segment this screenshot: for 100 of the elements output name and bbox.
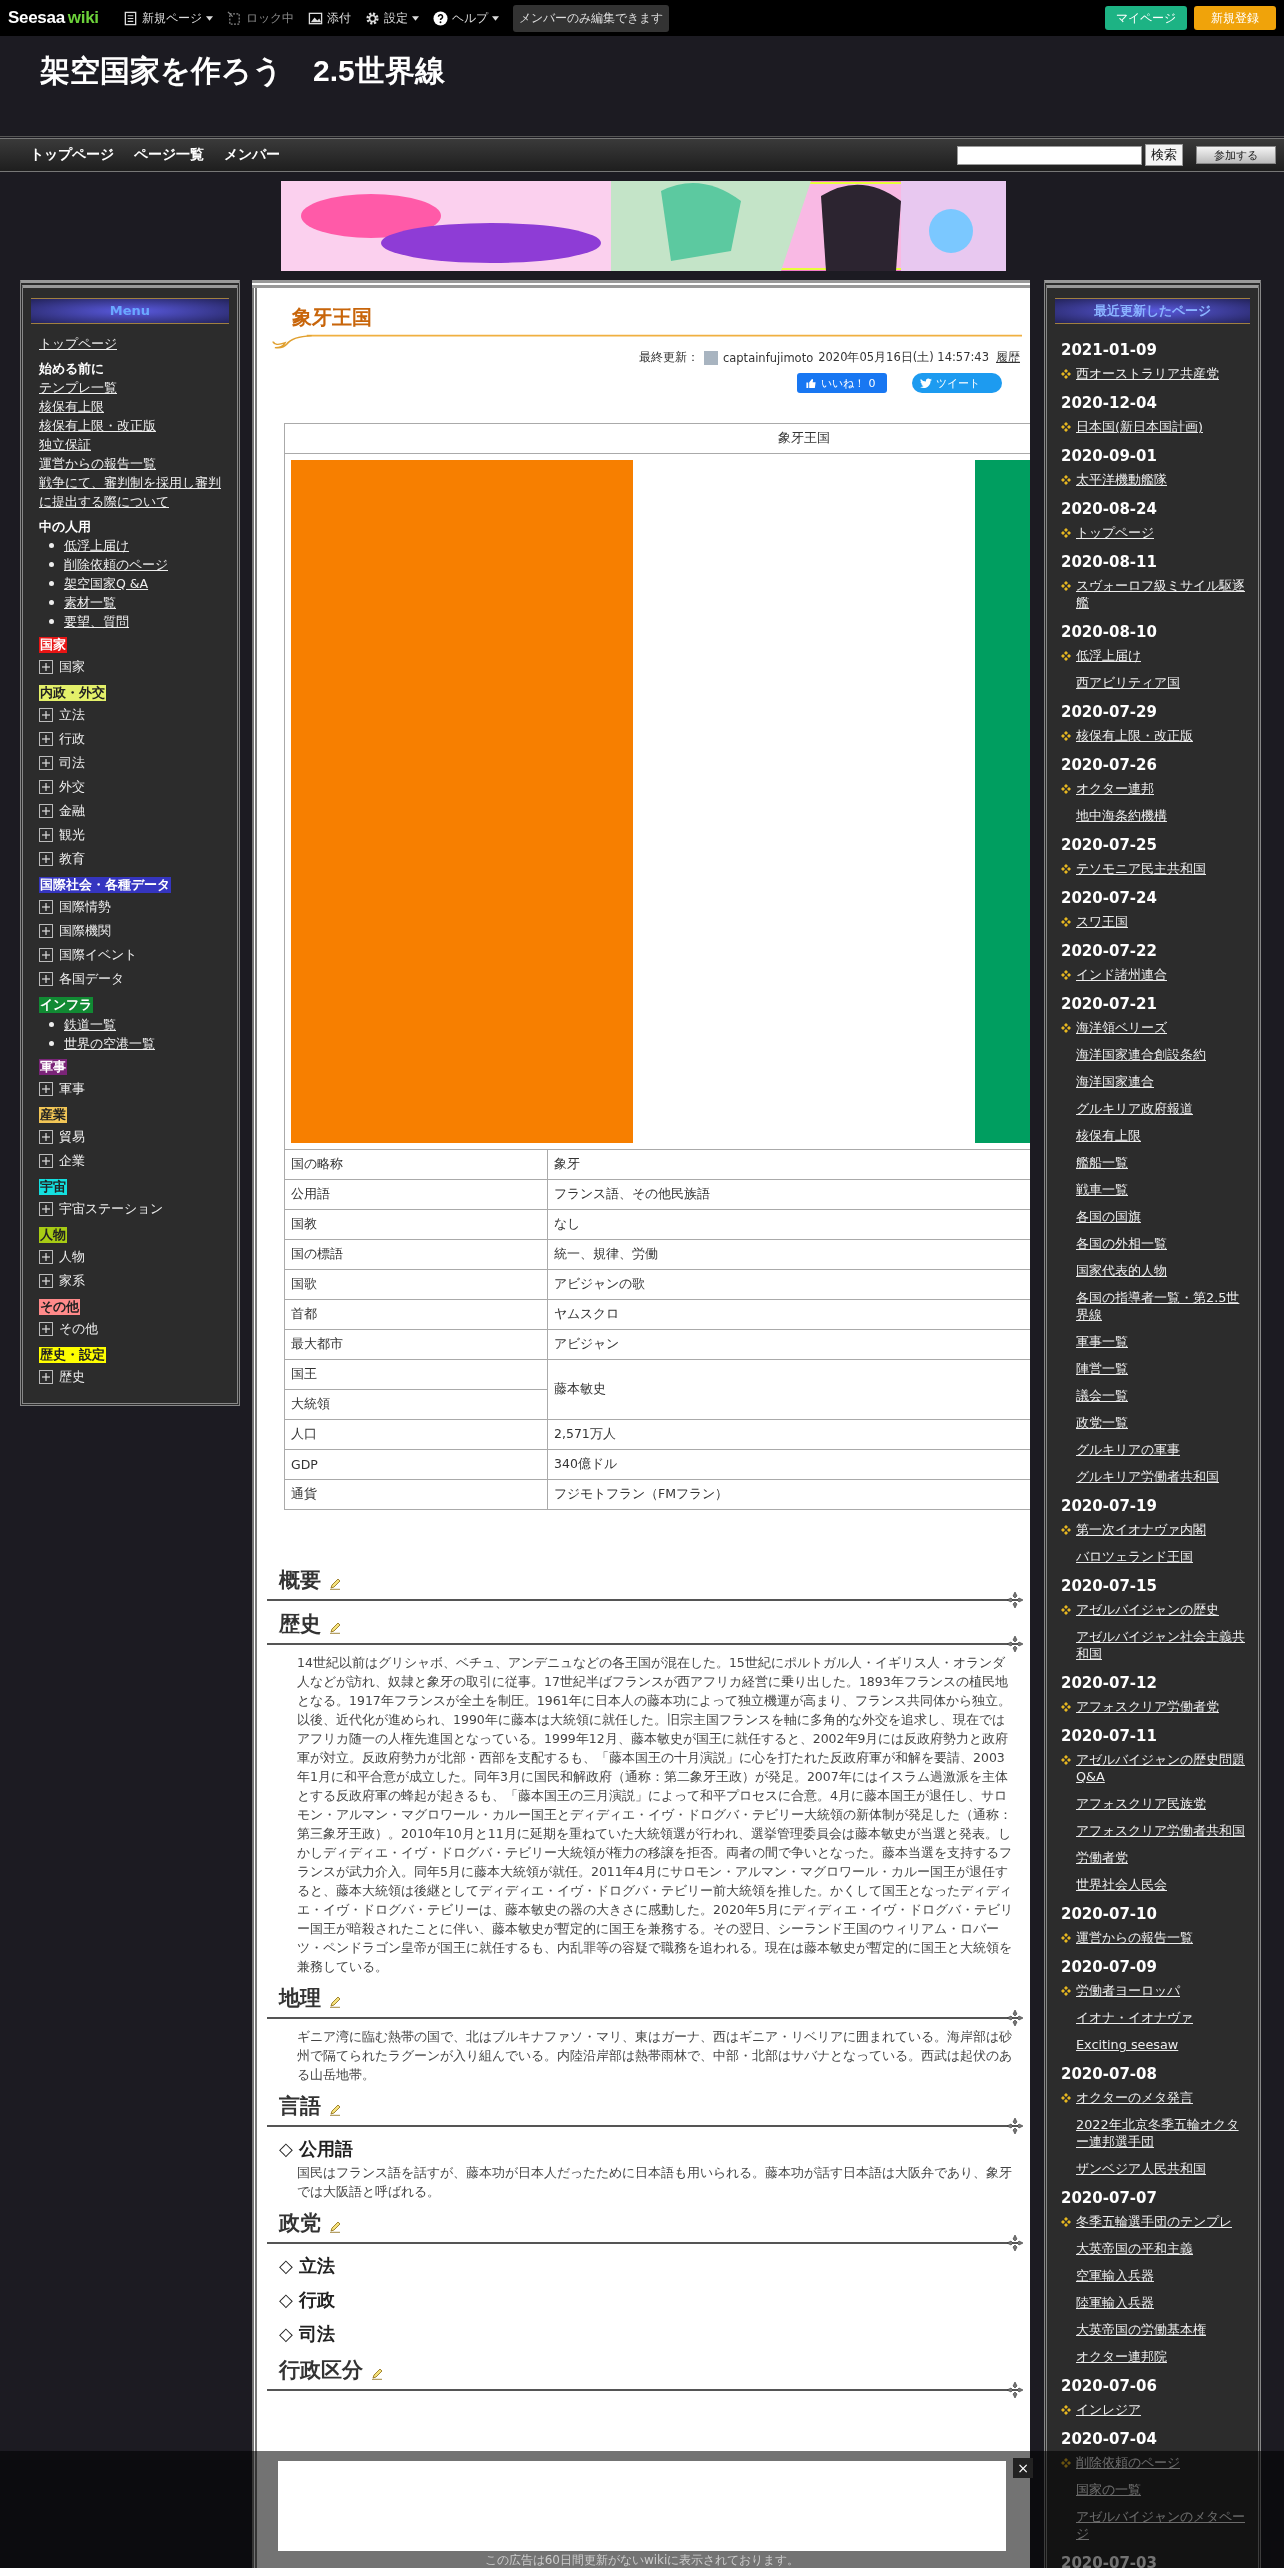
tree-item[interactable]: 国家: [59, 658, 85, 676]
recent-page-link[interactable]: 大英帝国の平和主義: [1076, 2240, 1193, 2257]
recent-page-link[interactable]: 核保有上限: [1076, 1127, 1141, 1144]
expand-icon[interactable]: [39, 924, 53, 938]
recent-page-link[interactable]: 西アビリティア国: [1076, 674, 1180, 691]
edit-icon[interactable]: [329, 1578, 341, 1590]
recent-page-link[interactable]: アゼルバイジャンのメタページ: [1076, 2508, 1250, 2542]
recent-page-link[interactable]: スワ王国: [1076, 913, 1128, 930]
menu-link[interactable]: 架空国家Q &A: [64, 574, 149, 593]
recent-page-link[interactable]: 地中海条約機構: [1076, 807, 1167, 824]
tree-item[interactable]: 家系: [59, 1272, 85, 1290]
menu-link[interactable]: 削除依頼のページ: [64, 555, 168, 574]
menu-link[interactable]: 独立保証: [39, 435, 91, 454]
toolbar-menu-button[interactable]: 新規ページ: [116, 9, 219, 27]
recent-page-link[interactable]: アフォスクリア民族党: [1076, 1795, 1206, 1812]
toolbar-menu-button[interactable]: ヘルプ: [426, 9, 505, 27]
expand-icon[interactable]: [39, 780, 53, 794]
search-field[interactable]: [957, 145, 1142, 165]
menu-link[interactable]: 戦争にて、審判制を採用し審判に提出する際について: [39, 473, 229, 511]
expand-icon[interactable]: [39, 1322, 53, 1336]
recent-page-link[interactable]: インレジア: [1076, 2401, 1141, 2418]
tree-item[interactable]: 教育: [59, 850, 85, 868]
tree-item[interactable]: 外交: [59, 778, 85, 796]
tree-item[interactable]: 人物: [59, 1248, 85, 1266]
recent-page-link[interactable]: 軍事一覧: [1076, 1333, 1128, 1350]
edit-icon[interactable]: [329, 2104, 341, 2116]
expand-icon[interactable]: [39, 948, 53, 962]
tree-item[interactable]: 立法: [59, 706, 85, 724]
recent-page-link[interactable]: 太平洋機動艦隊: [1076, 471, 1167, 488]
recent-page-link[interactable]: グルキリア労働者共和国: [1076, 1468, 1219, 1485]
menu-link[interactable]: 世界の空港一覧: [64, 1034, 155, 1053]
expand-icon[interactable]: [39, 804, 53, 818]
recent-page-link[interactable]: 削除依頼のページ: [1076, 2454, 1180, 2471]
recent-page-link[interactable]: 核保有上限・改正版: [1076, 727, 1193, 744]
recent-page-link[interactable]: 西オーストラリア共産党: [1076, 365, 1219, 382]
recent-page-link[interactable]: 陣営一覧: [1076, 1360, 1128, 1377]
recent-page-link[interactable]: オクター連邦: [1076, 780, 1154, 797]
expand-icon[interactable]: [39, 1130, 53, 1144]
recent-page-link[interactable]: 2022年北京冬季五輪オクター連邦選手団: [1076, 2116, 1250, 2150]
tree-item[interactable]: 国際情勢: [59, 898, 111, 916]
tree-item[interactable]: 国際イベント: [59, 946, 137, 964]
recent-page-link[interactable]: 海洋国家連合: [1076, 1073, 1154, 1090]
menu-link[interactable]: 鉄道一覧: [64, 1015, 116, 1034]
recent-page-link[interactable]: 陸軍輸入兵器: [1076, 2294, 1154, 2311]
recent-page-link[interactable]: 日本国(新日本国計画): [1076, 418, 1203, 435]
recent-page-link[interactable]: アゼルバイジャンの歴史: [1076, 1601, 1219, 1618]
recent-page-link[interactable]: 労働者ヨーロッパ: [1076, 1982, 1180, 1999]
tree-item[interactable]: その他: [59, 1320, 98, 1338]
tree-item[interactable]: 宇宙ステーション: [59, 1200, 163, 1218]
menu-link[interactable]: テンプレ一覧: [39, 378, 117, 397]
recent-page-link[interactable]: 各国の指導者一覧・第2.5世界線: [1076, 1289, 1250, 1323]
tree-item[interactable]: 企業: [59, 1152, 85, 1170]
tree-item[interactable]: 金融: [59, 802, 85, 820]
expand-icon[interactable]: [39, 828, 53, 842]
recent-page-link[interactable]: Exciting seesaw: [1076, 2036, 1179, 2053]
like-button[interactable]: いいね！ 0: [797, 373, 887, 393]
expand-icon[interactable]: [39, 1154, 53, 1168]
recent-page-link[interactable]: 戦車一覧: [1076, 1181, 1128, 1198]
expand-icon[interactable]: [39, 708, 53, 722]
recent-page-link[interactable]: 第一次イオナヴァ内閣: [1076, 1521, 1206, 1538]
nav-link[interactable]: メンバー: [224, 146, 280, 164]
edit-icon[interactable]: [329, 1622, 341, 1634]
recent-page-link[interactable]: ザンベジア人民共和国: [1076, 2160, 1206, 2177]
expand-icon[interactable]: [39, 1082, 53, 1096]
menu-link[interactable]: 核保有上限・改正版: [39, 416, 156, 435]
tree-item[interactable]: 観光: [59, 826, 85, 844]
menu-link[interactable]: 核保有上限: [39, 397, 104, 416]
recent-page-link[interactable]: 空軍輸入兵器: [1076, 2267, 1154, 2284]
recent-page-link[interactable]: 大英帝国の労働基本権: [1076, 2321, 1206, 2338]
nav-link[interactable]: ページ一覧: [134, 146, 204, 164]
expand-icon[interactable]: [39, 732, 53, 746]
expand-icon[interactable]: [39, 972, 53, 986]
menu-link[interactable]: 素材一覧: [64, 593, 116, 612]
expand-icon[interactable]: [39, 1274, 53, 1288]
recent-page-link[interactable]: 議会一覧: [1076, 1387, 1128, 1404]
recent-page-link[interactable]: 海洋領ベリーズ: [1076, 1019, 1167, 1036]
recent-page-link[interactable]: 艦船一覧: [1076, 1154, 1128, 1171]
recent-page-link[interactable]: トップページ: [1076, 524, 1154, 541]
recent-page-link[interactable]: 国家代表的人物: [1076, 1262, 1167, 1279]
history-link[interactable]: 履歴: [996, 350, 1020, 365]
toolbar-menu-button[interactable]: 設定: [358, 9, 425, 27]
recent-page-link[interactable]: テソモニア民主共和国: [1076, 860, 1206, 877]
expand-icon[interactable]: [39, 1250, 53, 1264]
menu-link[interactable]: 運営からの報告一覧: [39, 454, 156, 473]
recent-page-link[interactable]: 世界社会人民会: [1076, 1876, 1167, 1893]
tree-item[interactable]: 国際機関: [59, 922, 111, 940]
edit-icon[interactable]: [329, 1996, 341, 2008]
expand-icon[interactable]: [39, 852, 53, 866]
recent-page-link[interactable]: アゼルバイジャン社会主義共和国: [1076, 1628, 1250, 1662]
recent-page-link[interactable]: 各国の外相一覧: [1076, 1235, 1167, 1252]
recent-page-link[interactable]: バロツェランド王国: [1076, 1548, 1193, 1565]
recent-page-link[interactable]: イオナ・イオナヴァ: [1076, 2009, 1193, 2026]
recent-page-link[interactable]: アゼルバイジャンの歴史問題Q&A: [1076, 1751, 1250, 1785]
expand-icon[interactable]: [39, 900, 53, 914]
tree-item[interactable]: 貿易: [59, 1128, 85, 1146]
tree-item[interactable]: 歴史: [59, 1368, 85, 1386]
recent-page-link[interactable]: アフォスクリア労働者共和国: [1076, 1822, 1245, 1839]
expand-icon[interactable]: [39, 1370, 53, 1384]
recent-page-link[interactable]: インド諸州連合: [1076, 966, 1167, 983]
recent-page-link[interactable]: 海洋国家連合創設条約: [1076, 1046, 1206, 1063]
